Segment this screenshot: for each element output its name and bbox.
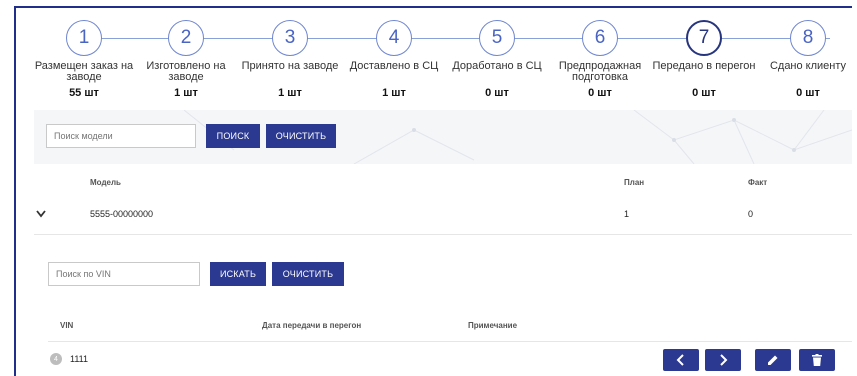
vin-search-button[interactable]: ИСКАТЬ — [210, 262, 266, 286]
step-count: 1 шт — [174, 87, 198, 99]
step-label: Изготовлено на заводе — [146, 60, 226, 83]
step-count: 0 шт — [485, 87, 509, 99]
step-1[interactable]: 1 Размещен заказ на заводе 55 шт — [32, 20, 136, 99]
step-label: Доработано в СЦ — [452, 60, 542, 72]
progress-stepper: 1 Размещен заказ на заводе 55 шт 2 Изгот… — [16, 8, 852, 108]
step-count: 0 шт — [692, 87, 716, 99]
step-3[interactable]: 3 Принято на заводе 1 шт — [238, 20, 342, 99]
step-8[interactable]: 8 Сдано клиенту 0 шт — [756, 20, 857, 99]
column-header-vin: VIN — [60, 321, 74, 330]
step-count: 1 шт — [382, 87, 406, 99]
divider — [48, 341, 852, 342]
column-header-transfer-date: Дата передачи в перегон — [262, 321, 362, 330]
step-circle: 8 — [790, 20, 826, 56]
step-5[interactable]: 5 Доработано в СЦ 0 шт — [445, 20, 549, 99]
step-circle: 2 — [168, 20, 204, 56]
next-button[interactable] — [705, 349, 741, 371]
vin-cell: 1111 — [70, 354, 89, 364]
step-circle-active: 7 — [686, 20, 722, 56]
pencil-icon — [768, 355, 778, 365]
step-6[interactable]: 6 Предпродажная подготовка 0 шт — [548, 20, 652, 99]
previous-button[interactable] — [663, 349, 699, 371]
divider — [34, 234, 852, 235]
model-search-button[interactable]: ПОИСК — [206, 124, 260, 148]
step-4[interactable]: 4 Доставлено в СЦ 1 шт — [342, 20, 446, 99]
delete-button[interactable] — [799, 349, 835, 371]
chevron-down-icon[interactable] — [36, 210, 46, 218]
column-header-fact: Факт — [748, 178, 768, 187]
step-circle: 6 — [582, 20, 618, 56]
step-label: Доставлено в СЦ — [349, 60, 439, 72]
main-panel: 1 Размещен заказ на заводе 55 шт 2 Изгот… — [14, 6, 852, 376]
step-circle: 1 — [66, 20, 102, 56]
fact-cell: 0 — [748, 209, 754, 219]
column-header-model: Модель — [90, 178, 121, 187]
step-label: Принято на заводе — [241, 60, 339, 72]
step-count: 1 шт — [278, 87, 302, 99]
step-circle: 5 — [479, 20, 515, 56]
edit-button[interactable] — [755, 349, 791, 371]
trash-icon — [812, 354, 822, 366]
step-label: Передано в перегон — [652, 60, 756, 72]
vin-clear-button[interactable]: ОЧИСТИТЬ — [272, 262, 344, 286]
model-search-band: ПОИСК ОЧИСТИТЬ — [34, 110, 852, 164]
step-2[interactable]: 2 Изготовлено на заводе 1 шт — [134, 20, 238, 99]
chevron-left-icon — [676, 354, 684, 366]
row-number-badge: 4 — [50, 353, 62, 365]
step-label: Предпродажная подготовка — [558, 60, 642, 83]
column-header-plan: План — [624, 178, 645, 187]
step-count: 55 шт — [69, 87, 99, 99]
step-count: 0 шт — [588, 87, 612, 99]
step-7[interactable]: 7 Передано в перегон 0 шт — [652, 20, 756, 99]
model-cell: 5555-00000000 — [90, 209, 154, 219]
step-label: Размещен заказ на заводе — [34, 60, 134, 83]
step-circle: 3 — [272, 20, 308, 56]
plan-cell: 1 — [624, 209, 630, 219]
chevron-right-icon — [720, 354, 728, 366]
model-clear-button[interactable]: ОЧИСТИТЬ — [266, 124, 336, 148]
column-header-note: Примечание — [468, 321, 518, 330]
vin-search-input[interactable] — [48, 262, 200, 286]
step-circle: 4 — [376, 20, 412, 56]
step-count: 0 шт — [796, 87, 820, 99]
step-label: Сдано клиенту — [769, 60, 847, 72]
model-search-input[interactable] — [46, 124, 196, 148]
